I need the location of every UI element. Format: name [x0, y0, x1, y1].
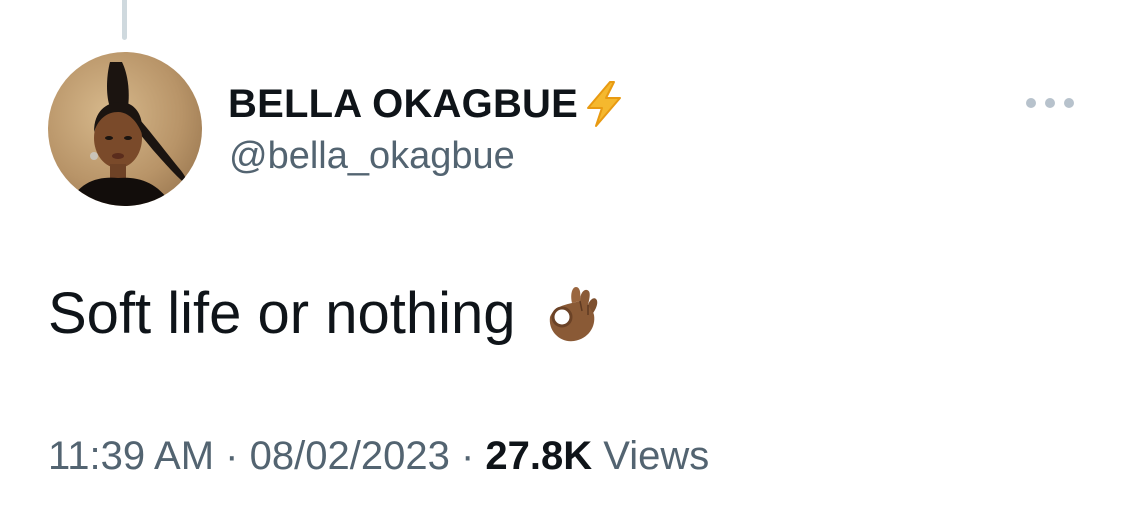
lightning-bolt-icon	[582, 80, 626, 128]
more-options-icon[interactable]	[1026, 88, 1074, 118]
avatar-image	[68, 62, 187, 206]
avatar[interactable]	[48, 52, 202, 206]
tweet-body: Soft life or nothing	[48, 280, 604, 347]
more-dot	[1064, 98, 1074, 108]
ok-hand-icon	[542, 283, 604, 345]
views-label[interactable]: Views	[603, 434, 709, 478]
views-count[interactable]: 27.8K	[485, 434, 592, 478]
meta-separator: ·	[225, 434, 239, 478]
tweet-date[interactable]: 08/02/2023	[250, 434, 450, 478]
more-dot	[1045, 98, 1055, 108]
tweet-meta: 11:39 AM · 08/02/2023 · 27.8K Views	[48, 434, 709, 479]
author-name-row: BELLA OKAGBUE	[228, 80, 626, 128]
author-handle[interactable]: @bella_okagbue	[229, 135, 515, 178]
tweet-text: Soft life or nothing	[48, 281, 516, 346]
thread-connector-line	[122, 0, 127, 40]
tweet-time[interactable]: 11:39 AM	[48, 434, 214, 478]
more-dot	[1026, 98, 1036, 108]
meta-separator: ·	[460, 434, 475, 478]
author-display-name[interactable]: BELLA OKAGBUE	[228, 82, 578, 127]
